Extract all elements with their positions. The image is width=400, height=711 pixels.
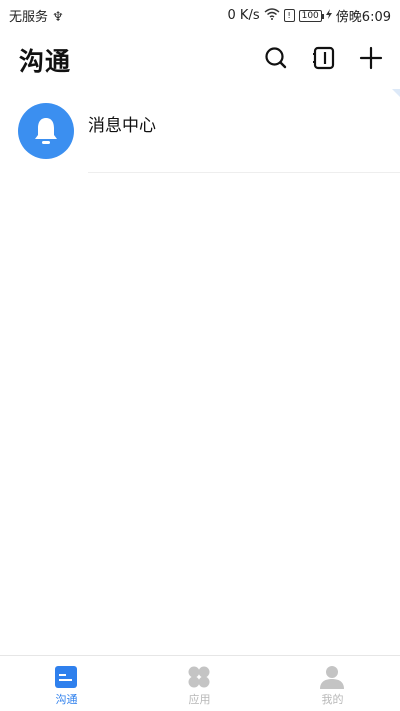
tab-profile[interactable]: 我的 <box>266 656 399 711</box>
contacts-button[interactable] <box>310 44 338 72</box>
app-header: 沟通 <box>0 28 400 88</box>
search-button[interactable] <box>262 44 290 72</box>
message-center-avatar <box>18 103 74 159</box>
divider <box>88 172 400 173</box>
bottom-tab-bar: 沟通 应用 我的 <box>0 655 400 711</box>
charging-icon <box>325 8 332 23</box>
profile-icon <box>320 666 344 689</box>
add-button[interactable] <box>357 44 385 72</box>
tab-label: 沟通 <box>55 693 78 706</box>
status-indicators: 0 K/s ! 100 傍晚6:09 <box>228 6 391 25</box>
list-item-message-center[interactable]: 消息中心 <box>0 95 400 173</box>
plus-icon <box>359 46 383 70</box>
apps-icon <box>188 666 210 688</box>
chat-icon <box>55 666 77 688</box>
list-item-title: 消息中心 <box>88 116 156 136</box>
sim-icon: ! <box>283 9 295 22</box>
bell-icon <box>35 118 57 144</box>
wifi-icon <box>264 7 280 24</box>
page-title: 沟通 <box>19 47 72 76</box>
tab-label: 我的 <box>321 693 344 706</box>
message-list: 消息中心 <box>0 95 400 173</box>
tab-chat[interactable]: 沟通 <box>0 656 133 711</box>
status-bar: 无服务 ♆ 0 K/s ! 100 傍晚6:09 <box>0 0 400 28</box>
network-speed: 0 K/s <box>227 8 260 23</box>
battery-icon: 100 <box>298 9 325 22</box>
tab-label: 应用 <box>188 693 211 706</box>
search-icon <box>265 47 287 69</box>
carrier-text: 无服务 ♆ <box>9 10 64 25</box>
contacts-icon <box>313 46 335 70</box>
clock: 傍晚6:09 <box>335 10 391 25</box>
tab-apps[interactable]: 应用 <box>133 656 266 711</box>
